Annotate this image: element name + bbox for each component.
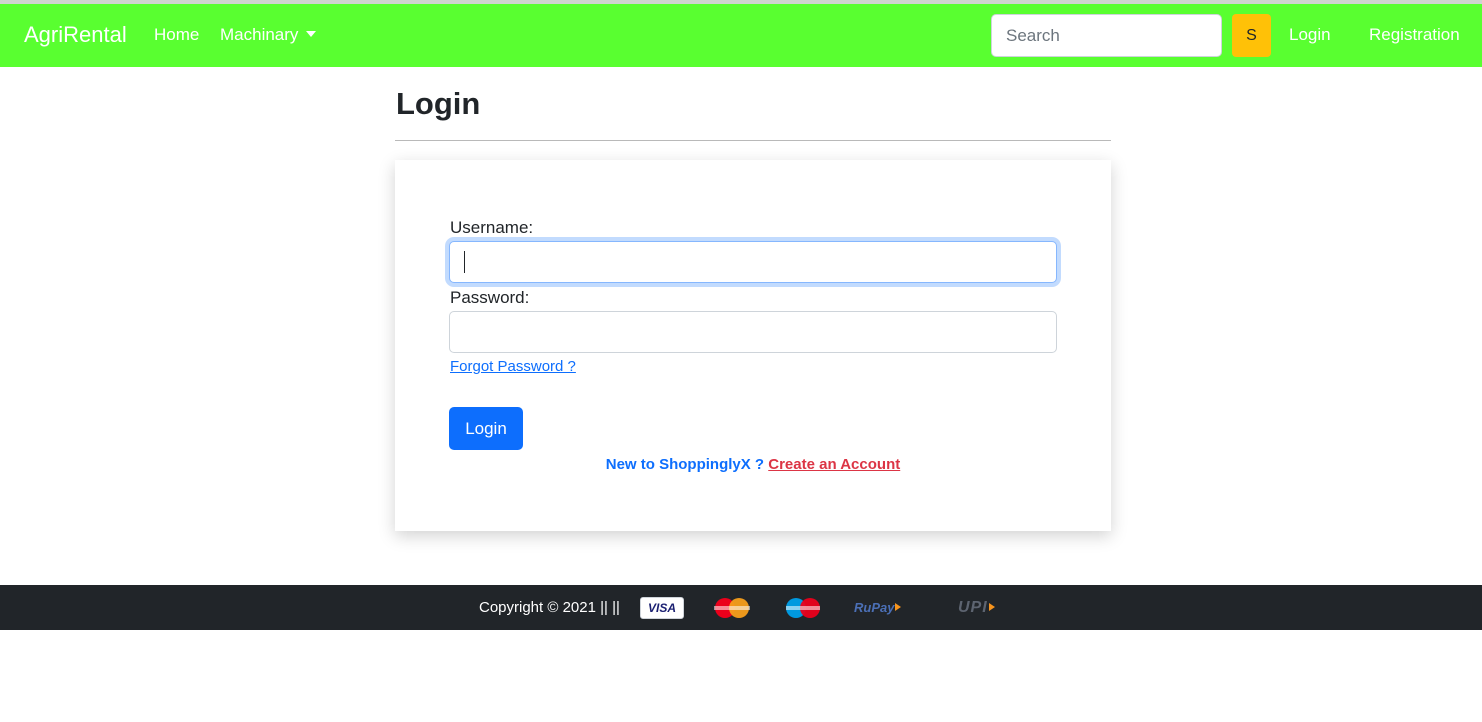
password-label: Password: <box>450 288 530 307</box>
navbar: AgriRental Home Machinary S Login Regist… <box>0 4 1482 67</box>
nav-home-link[interactable]: Home <box>154 25 199 45</box>
search-input[interactable] <box>991 14 1222 57</box>
brand-link[interactable]: AgriRental <box>24 22 127 48</box>
username-field[interactable] <box>449 241 1057 283</box>
mastercard-logo <box>708 597 756 619</box>
footer: Copyright © 2021 || || VISA RuPay UPI <box>0 585 1482 630</box>
password-field[interactable] <box>449 311 1057 353</box>
new-to-text: New to ShoppinglyX ? <box>605 456 765 473</box>
login-button[interactable]: Login <box>449 407 523 450</box>
nav-login-link[interactable]: Login <box>1289 25 1331 45</box>
upi-arrow-icon <box>988 603 995 611</box>
login-card: Username: Password: Forgot Password ? Lo… <box>395 160 1111 531</box>
maestro-logo <box>781 597 825 619</box>
page-title: Login <box>396 86 481 121</box>
rupay-arrow-icon <box>895 603 902 611</box>
create-account-link[interactable]: Create an Account <box>768 456 900 473</box>
forgot-password-link[interactable]: Forgot Password ? <box>450 358 576 375</box>
signup-prompt: New to ShoppinglyX ? Create an Account <box>395 456 1111 473</box>
username-label: Username: <box>450 218 534 237</box>
title-divider <box>395 140 1111 141</box>
nav-machinery-label: Machinary <box>220 25 299 44</box>
visa-logo: VISA <box>640 597 684 619</box>
chevron-down-icon <box>306 31 317 37</box>
copyright-text: Copyright © 2021 || || <box>479 599 620 616</box>
upi-logo-text: UPI <box>958 599 988 616</box>
rupay-logo: RuPay <box>854 597 928 619</box>
upi-logo: UPI <box>958 597 1024 619</box>
search-button[interactable]: S <box>1232 14 1271 57</box>
nav-machinery-dropdown[interactable]: Machinary <box>220 25 317 45</box>
rupay-logo-text: RuPay <box>854 600 895 615</box>
text-cursor <box>464 251 465 273</box>
nav-registration-link[interactable]: Registration <box>1369 25 1460 45</box>
